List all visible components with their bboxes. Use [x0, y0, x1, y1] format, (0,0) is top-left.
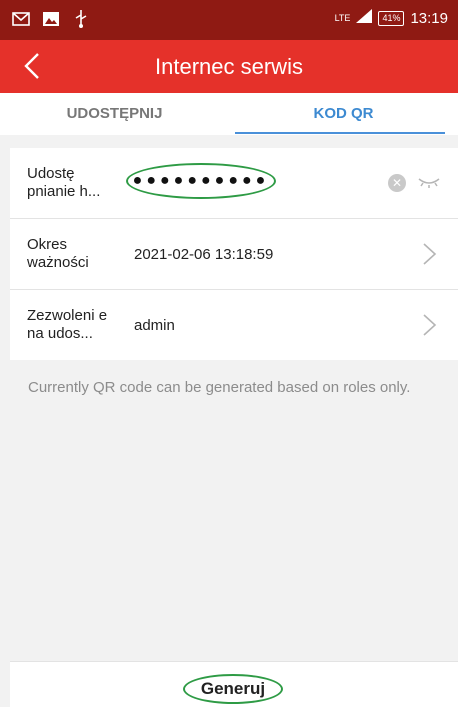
- permission-label: Zezwoleni e na udos...: [27, 307, 108, 342]
- tab-qr-code[interactable]: KOD QR: [229, 93, 458, 135]
- clock: 13:19: [410, 9, 448, 27]
- tab-share[interactable]: UDOSTĘPNIJ: [0, 93, 229, 135]
- chevron-right-icon[interactable]: [422, 312, 438, 338]
- password-label: Udostę pnianie h...: [27, 165, 101, 200]
- eye-closed-icon[interactable]: [416, 174, 442, 190]
- bottom-bar: Generuj: [10, 661, 458, 707]
- validity-label: Okres ważności: [27, 236, 89, 271]
- validity-value: 2021-02-06 13:18:59: [134, 246, 274, 263]
- share-form: Udostę pnianie h... ●●●●●●●●●● ✕ Okres w…: [10, 148, 458, 360]
- qr-info-text: Currently QR code can be generated based…: [28, 379, 411, 396]
- validity-row[interactable]: Okres ważności 2021-02-06 13:18:59: [10, 219, 458, 290]
- status-right: LTE 41% 13:19: [335, 9, 448, 27]
- permission-row[interactable]: Zezwoleni e na udos... admin: [10, 290, 458, 360]
- password-field[interactable]: ●●●●●●●●●●: [126, 163, 276, 199]
- chevron-right-icon[interactable]: [422, 241, 438, 267]
- active-tab-indicator: [235, 132, 445, 134]
- password-row: Udostę pnianie h... ●●●●●●●●●● ✕: [10, 148, 458, 219]
- usb-icon: [72, 10, 90, 28]
- battery-icon: 41%: [378, 10, 405, 26]
- generate-button[interactable]: Generuj: [183, 674, 283, 704]
- tab-bar: UDOSTĘPNIJ KOD QR: [0, 93, 458, 135]
- signal-icon: [356, 9, 373, 27]
- status-left-icons: [12, 10, 90, 28]
- mail-icon: [12, 10, 30, 28]
- clear-icon[interactable]: ✕: [388, 174, 406, 192]
- page-title: Internec serwis: [155, 54, 303, 79]
- status-bar: LTE 41% 13:19: [0, 0, 458, 40]
- image-icon: [42, 10, 60, 28]
- permission-value: admin: [134, 317, 175, 334]
- app-bar: Internec serwis: [0, 40, 458, 93]
- network-type: LTE: [334, 13, 351, 23]
